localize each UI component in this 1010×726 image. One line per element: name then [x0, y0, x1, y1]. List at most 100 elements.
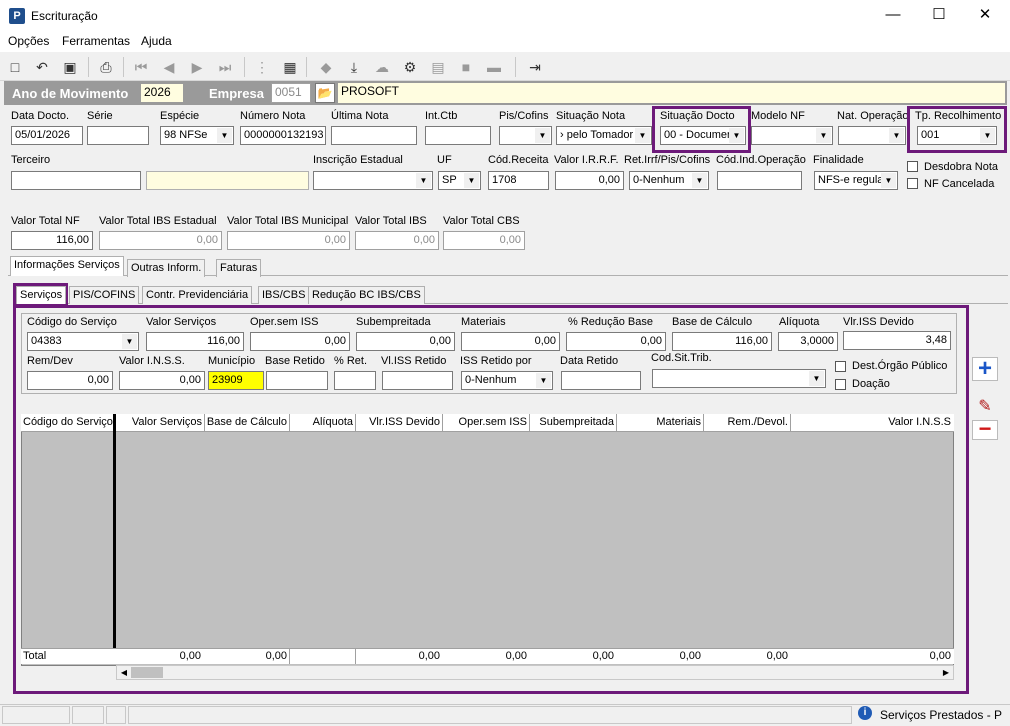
vl-iss-retido-input[interactable]: [382, 371, 453, 390]
municipio-input[interactable]: 23909: [208, 371, 264, 390]
desdobra-nota-checkbox[interactable]: [907, 161, 918, 172]
grid-header-base-calculo[interactable]: Base de Cálculo: [205, 416, 287, 428]
last-record-icon[interactable]: ⏭: [215, 57, 235, 77]
int-ctb-input[interactable]: [425, 126, 491, 145]
cod-receita-input[interactable]: 1708: [488, 171, 549, 190]
iss-retido-por-select[interactable]: 0-Nenhum ▼: [461, 371, 553, 390]
ibs-estadual-label: Valor Total IBS Estadual: [99, 215, 217, 227]
cod-sit-trib-select[interactable]: ▼: [652, 369, 826, 388]
tab-faturas[interactable]: Faturas: [216, 259, 262, 277]
grid-header-aliquota[interactable]: Alíquota: [290, 416, 353, 428]
grid-header-valor-inss[interactable]: Valor I.N.S.S: [791, 416, 951, 428]
tree-icon[interactable]: ⋮: [252, 57, 272, 77]
menu-opcoes[interactable]: Opções: [8, 34, 49, 48]
subempreitada-input[interactable]: 0,00: [356, 332, 455, 351]
menu-ferramentas[interactable]: Ferramentas: [62, 34, 130, 48]
vlr-iss-devido-input[interactable]: 3,48: [843, 331, 951, 350]
ret-irrf-select[interactable]: 0-Nenhum ▼: [629, 171, 709, 190]
empresa-code-input[interactable]: 0051: [271, 83, 311, 103]
previous-record-icon[interactable]: ◀: [159, 57, 179, 77]
preview-icon[interactable]: ⎙: [96, 57, 116, 77]
data-docto-input[interactable]: 05/01/2026: [11, 126, 83, 145]
especie-select[interactable]: 98 NFSe ▼: [160, 126, 234, 145]
numero-nota-input[interactable]: 0000000132193: [240, 126, 326, 145]
menu-ajuda[interactable]: Ajuda: [141, 34, 172, 48]
next-record-icon[interactable]: ▶: [187, 57, 207, 77]
chevron-down-icon: ▼: [536, 373, 551, 388]
maximize-button[interactable]: ☐: [916, 4, 962, 28]
tab-outras-inform[interactable]: Outras Inform.: [127, 259, 206, 277]
nat-operacao-select[interactable]: ▼: [838, 126, 906, 145]
dest-orgao-publico-checkbox[interactable]: [835, 361, 846, 372]
valor-servicos-input[interactable]: 116,00: [146, 332, 244, 351]
document-icon[interactable]: ▤: [428, 57, 448, 77]
download-icon[interactable]: ⤓: [344, 57, 364, 77]
finalidade-select[interactable]: NFS-e regula ▼: [814, 171, 898, 190]
scroll-left-icon[interactable]: ◀: [118, 666, 130, 679]
remove-icon[interactable]: −: [972, 418, 998, 440]
valor-inss-input[interactable]: 0,00: [119, 371, 205, 390]
ano-movimento-input[interactable]: 2026: [140, 83, 184, 103]
oper-sem-iss-input[interactable]: 0,00: [250, 332, 350, 351]
edit-icon[interactable]: ✎: [972, 396, 998, 418]
scrollbar-thumb[interactable]: [131, 667, 163, 678]
cube-icon[interactable]: ◆: [316, 57, 336, 77]
base-retido-input[interactable]: [266, 371, 328, 390]
situacao-nota-select[interactable]: › pelo Tomador ▼: [556, 126, 652, 145]
first-record-icon[interactable]: ⏮: [131, 57, 151, 77]
terceiro-input[interactable]: [11, 171, 141, 190]
inscricao-estadual-select[interactable]: ▼: [313, 171, 433, 190]
valor-irrf-input[interactable]: 0,00: [555, 171, 624, 190]
save-icon[interactable]: ▣: [60, 57, 80, 77]
servicos-grid[interactable]: [21, 414, 954, 666]
grid-header-codigo-servico[interactable]: Código do Serviço: [23, 416, 113, 428]
cloud-icon[interactable]: ☁: [372, 57, 392, 77]
grid-header-oper-sem-iss[interactable]: Oper.sem ISS: [443, 416, 527, 428]
add-icon[interactable]: +: [972, 357, 998, 381]
aliquota-input[interactable]: 3,0000: [778, 332, 838, 351]
dash-icon[interactable]: ▬: [484, 57, 504, 77]
data-retido-input[interactable]: [561, 371, 641, 390]
cib-icon[interactable]: ⚙: [400, 57, 420, 77]
modelo-nf-select[interactable]: ▼: [751, 126, 833, 145]
horizontal-scrollbar[interactable]: [116, 665, 954, 680]
folder-icon[interactable]: 📂: [315, 83, 335, 103]
tab-reducao-bc[interactable]: Redução BC IBS/CBS: [308, 286, 425, 304]
ultima-nota-input[interactable]: [331, 126, 417, 145]
rem-dev-input[interactable]: 0,00: [27, 371, 113, 390]
serie-input[interactable]: [87, 126, 149, 145]
uf-select[interactable]: SP ▼: [438, 171, 481, 190]
nf-cancelada-checkbox[interactable]: [907, 178, 918, 189]
pis-cofins-select[interactable]: ▼: [499, 126, 552, 145]
grid-header-valor-servicos[interactable]: Valor Serviços: [116, 416, 202, 428]
grid-header-subempreitada[interactable]: Subempreitada: [530, 416, 614, 428]
situacao-docto-select[interactable]: 00 - Documen ▼: [660, 126, 746, 145]
pct-ret-input[interactable]: [334, 371, 376, 390]
tab-pis-cofins[interactable]: PIS/COFINS: [69, 286, 140, 304]
new-icon[interactable]: □: [5, 57, 25, 77]
tab-servicos[interactable]: Serviços: [16, 286, 67, 304]
undo-icon[interactable]: ↶: [32, 57, 52, 77]
doacao-checkbox[interactable]: [835, 379, 846, 390]
data-docto-label: Data Docto.: [11, 110, 70, 122]
materiais-input[interactable]: 0,00: [461, 332, 560, 351]
grid-header-materiais[interactable]: Materiais: [617, 416, 701, 428]
tab-ibs-cbs[interactable]: IBS/CBS: [258, 286, 310, 304]
tp-recolhimento-select[interactable]: 001 ▼: [917, 126, 997, 145]
reducao-base-input[interactable]: 0,00: [566, 332, 666, 351]
tab-informacoes-servicos[interactable]: Informações Serviços: [10, 256, 124, 276]
grid-total-valor-inss: 0,00: [929, 650, 951, 662]
close-button[interactable]: ✕: [962, 4, 1008, 28]
cod-ind-operacao-input[interactable]: [717, 171, 802, 190]
grid-header-rem-devol[interactable]: Rem./Devol.: [704, 416, 788, 428]
base-calculo-input[interactable]: 116,00: [672, 332, 772, 351]
grid-header-vlr-iss-devido[interactable]: Vlr.ISS Devido: [356, 416, 440, 428]
minimize-button[interactable]: —: [870, 4, 916, 28]
exit-icon[interactable]: ⇥: [525, 57, 545, 77]
codigo-servico-select[interactable]: 04383 ▼: [27, 332, 139, 351]
block-icon[interactable]: ■: [456, 57, 476, 77]
calculator-icon[interactable]: ▦: [280, 57, 300, 77]
terceiro-name-field: [146, 171, 309, 190]
tab-contr-previdenciaria[interactable]: Contr. Previdenciária: [142, 286, 253, 304]
scroll-right-icon[interactable]: ▶: [940, 666, 952, 679]
